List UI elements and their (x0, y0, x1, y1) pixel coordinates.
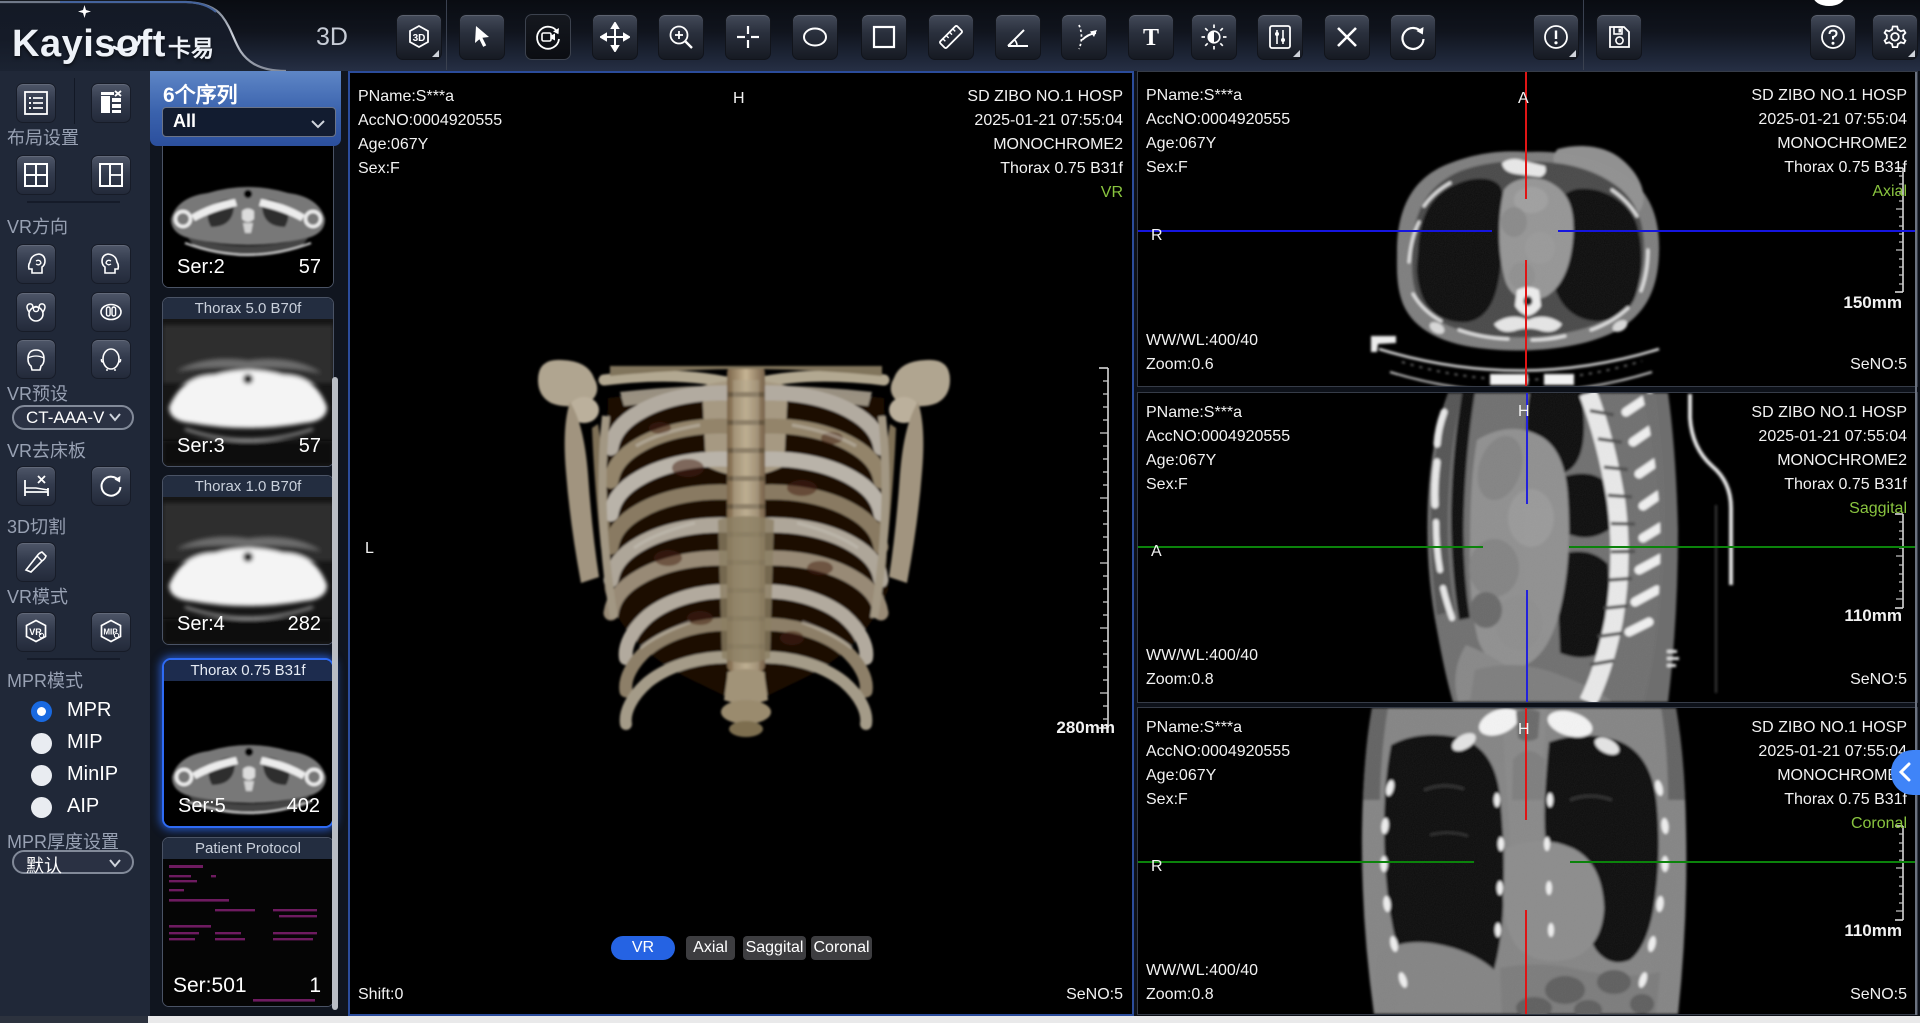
svg-text:T: T (1143, 25, 1159, 50)
svg-text:VR: VR (29, 627, 42, 637)
svg-text:MIP: MIP (103, 628, 118, 637)
svg-text:3D: 3D (413, 33, 426, 44)
